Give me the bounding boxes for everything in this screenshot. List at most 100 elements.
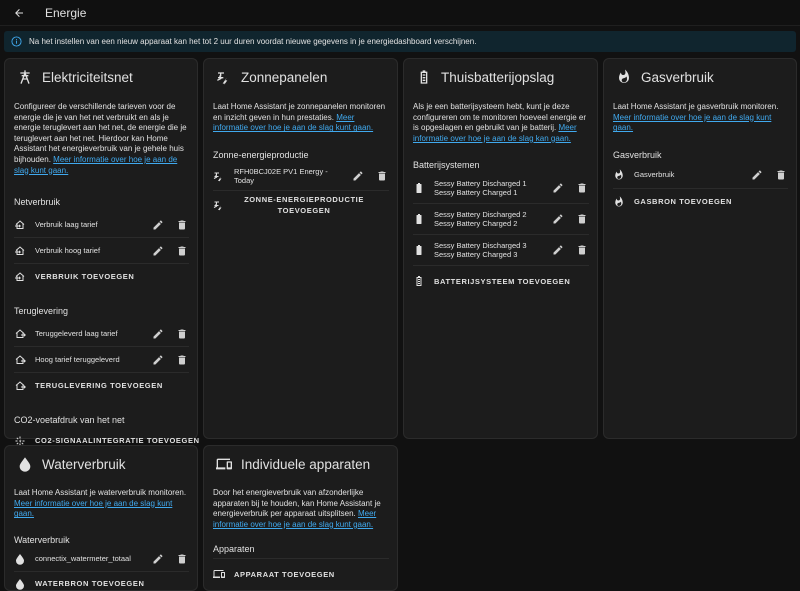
battery-icon (413, 244, 425, 256)
add-water-label: WATERBRON TOEVOEGEN (35, 578, 145, 588)
source-label: Verbruik hoog tarief (35, 245, 101, 255)
grid-card-description: Configureer de verschillende tarieven vo… (14, 102, 187, 175)
grid-return-heading: Teruglevering (14, 306, 69, 317)
battery-label: Sessy Battery Discharged 3 Sessy Battery … (434, 240, 527, 260)
add-consumption-button[interactable]: VERBRUIK TOEVOEGEN (14, 264, 189, 290)
devices-card-description: Door het energieverbruik van afzonderlij… (213, 488, 381, 529)
source-label: Hoog tarief teruggeleverd (35, 354, 120, 364)
grid-return-row: Teruggeleverd laag tarief (14, 321, 189, 348)
water-learn-more-link[interactable]: Meer informatie over hoe je aan de slag … (14, 499, 172, 519)
edit-icon[interactable] (551, 212, 565, 226)
add-solar-button[interactable]: ZONNE-ENERGIEPRODUCTIE TOEVOEGEN (213, 191, 389, 219)
edit-icon[interactable] (151, 353, 165, 367)
solar-card: Zonnepanelen Laat Home Assistant je zonn… (203, 58, 398, 439)
arrow-left-icon (15, 8, 23, 17)
delete-icon[interactable] (175, 552, 189, 566)
add-return-button[interactable]: TERUGLEVERING TOEVOEGEN (14, 373, 189, 399)
page-title: Energie (45, 5, 87, 20)
add-device-button[interactable]: APPARAAT TOEVOEGEN (213, 562, 389, 586)
home-import-icon (14, 271, 26, 283)
edit-icon[interactable] (151, 244, 165, 258)
home-export-icon (14, 380, 26, 392)
water-heading: Waterverbruik (14, 534, 70, 545)
solar-card-title: Zonnepanelen (241, 69, 328, 85)
battery-icon (413, 182, 425, 194)
delete-icon[interactable] (175, 244, 189, 258)
battery-row: Sessy Battery Discharged 2 Sessy Battery … (413, 204, 589, 236)
solar-production-heading: Zonne-energieproductie (213, 149, 309, 160)
gas-card: Gasverbruik Laat Home Assistant je gasve… (603, 58, 797, 439)
solar-power-icon (216, 69, 232, 85)
source-label: connectix_watermeter_totaal (35, 554, 131, 564)
water-row: connectix_watermeter_totaal (14, 548, 189, 572)
source-label: Verbruik laag tarief (35, 219, 98, 229)
edit-icon[interactable] (551, 181, 565, 195)
delete-icon[interactable] (175, 353, 189, 367)
grid-card-title: Elektriciteitsnet (42, 69, 133, 85)
delete-icon[interactable] (375, 169, 389, 183)
fire-icon (613, 169, 625, 181)
home-import-icon (14, 245, 26, 257)
add-return-label: TERUGLEVERING TOEVOEGEN (35, 381, 163, 391)
edit-icon[interactable] (351, 169, 365, 183)
solar-power-icon (213, 170, 225, 182)
devices-card-title: Individuele apparaten (241, 456, 371, 472)
delete-icon[interactable] (575, 212, 589, 226)
battery-row: Sessy Battery Discharged 1 Sessy Battery … (413, 173, 589, 205)
add-device-label: APPARAAT TOEVOEGEN (234, 569, 335, 579)
info-alert: Na het instellen van een nieuw apparaat … (4, 31, 796, 52)
edit-icon[interactable] (551, 243, 565, 257)
top-app-bar: Energie (0, 0, 800, 26)
solar-production-row: RFH0BCJ02E PV1 Energy - Today (213, 163, 389, 191)
battery-row: Sessy Battery Discharged 3 Sessy Battery … (413, 235, 589, 267)
transmission-tower-icon (17, 69, 33, 85)
battery-card: Thuisbatterijopslag Als je een batterijs… (403, 58, 598, 439)
source-label: Gasverbruik (634, 170, 675, 180)
water-card-title: Waterverbruik (42, 456, 126, 472)
devices-icon (216, 456, 232, 472)
back-button[interactable] (0, 0, 38, 26)
battery-systems-heading: Batterijsystemen (413, 160, 480, 171)
grid-return-row: Hoog tarief teruggeleverd (14, 347, 189, 374)
fire-icon (616, 69, 632, 85)
battery-label: Sessy Battery Discharged 2 Sessy Battery … (434, 209, 527, 229)
water-card: Waterverbruik Laat Home Assistant je wat… (4, 445, 198, 591)
add-battery-button[interactable]: BATTERIJSYSTEEM TOEVOEGEN (413, 266, 589, 296)
solar-power-icon (213, 199, 225, 211)
fire-icon (613, 196, 625, 208)
battery-icon (413, 213, 425, 225)
grid-consumption-row: Verbruik laag tarief (14, 212, 189, 239)
source-label: RFH0BCJ02E PV1 Energy - Today (234, 166, 328, 186)
edit-icon[interactable] (151, 218, 165, 232)
grid-consumption-heading: Netverbruik (14, 197, 61, 208)
edit-icon[interactable] (151, 327, 165, 341)
battery-label: Sessy Battery Discharged 1 Sessy Battery … (434, 178, 527, 198)
devices-card: Individuele apparaten Door het energieve… (203, 445, 398, 591)
add-gas-button[interactable]: GASBRON TOEVOEGEN (613, 189, 788, 215)
gas-learn-more-link[interactable]: Meer informatie over hoe je aan de slag … (613, 113, 771, 133)
edit-icon[interactable] (750, 168, 764, 182)
delete-icon[interactable] (774, 168, 788, 182)
grid-consumption-row: Verbruik hoog tarief (14, 238, 189, 265)
delete-icon[interactable] (175, 327, 189, 341)
add-solar-label: ZONNE-ENERGIEPRODUCTIE TOEVOEGEN (244, 194, 364, 215)
gas-card-title: Gasverbruik (641, 69, 714, 85)
delete-icon[interactable] (175, 218, 189, 232)
add-consumption-label: VERBRUIK TOEVOEGEN (35, 272, 135, 282)
water-drop-icon (14, 578, 26, 590)
home-battery-icon (416, 69, 432, 85)
home-battery-icon (413, 275, 425, 287)
gas-card-description: Laat Home Assistant je gasverbruik monit… (613, 102, 779, 133)
delete-icon[interactable] (575, 243, 589, 257)
devices-icon (213, 568, 225, 580)
devices-heading: Apparaten (213, 544, 389, 560)
co2-heading: CO2-voetafdruk van het net (14, 415, 125, 426)
home-export-icon (14, 354, 26, 366)
add-water-button[interactable]: WATERBRON TOEVOEGEN (14, 572, 189, 591)
water-card-description: Laat Home Assistant je waterverbruik mon… (14, 488, 187, 519)
add-battery-label: BATTERIJSYSTEEM TOEVOEGEN (434, 276, 571, 286)
solar-card-description: Laat Home Assistant je zonnepanelen moni… (213, 102, 386, 133)
edit-icon[interactable] (151, 552, 165, 566)
info-icon (10, 36, 22, 48)
delete-icon[interactable] (575, 181, 589, 195)
